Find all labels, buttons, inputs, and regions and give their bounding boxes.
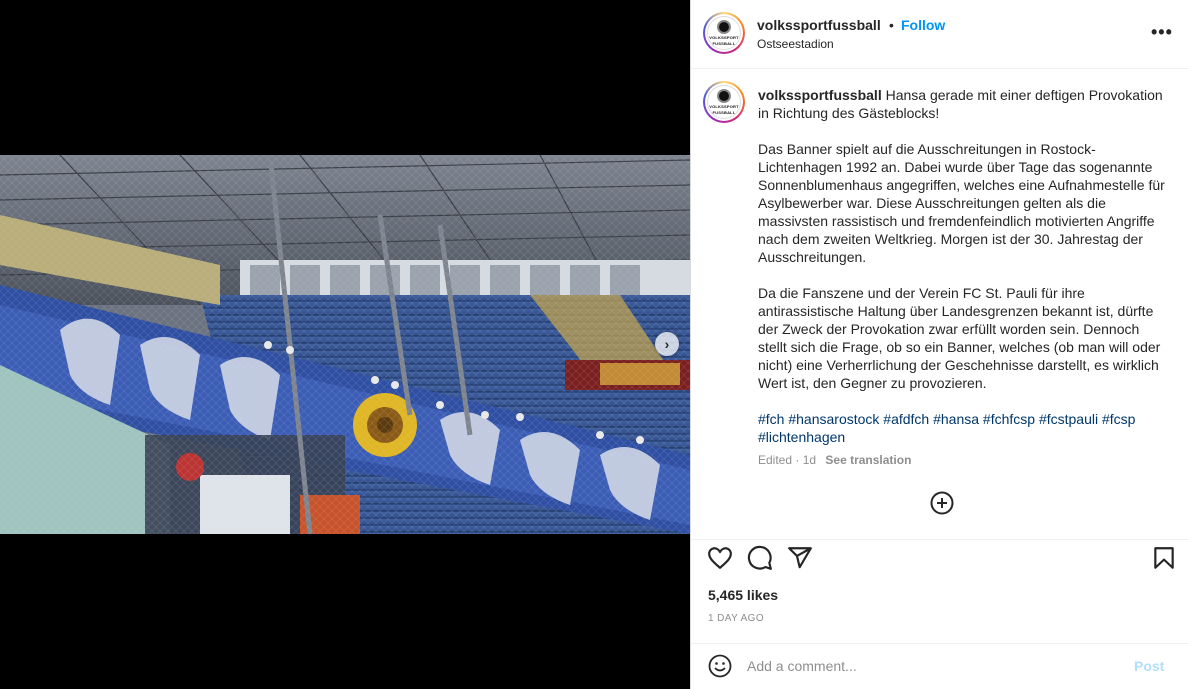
heart-icon[interactable] <box>707 545 733 571</box>
caption-paragraph-3: Da die Fanszene und der Verein FC St. Pa… <box>758 285 1161 391</box>
author-username[interactable]: volkssportfussball <box>757 17 881 33</box>
post-actions: 5,465 likes 1 DAY AGO <box>691 539 1188 649</box>
caption-hashtags[interactable]: #fch #hansarostock #afdfch #hansa #fchfc… <box>758 410 1166 446</box>
emoji-icon[interactable] <box>708 654 732 678</box>
share-icon[interactable] <box>787 545 813 571</box>
chevron-right-icon: › <box>664 336 670 352</box>
caption-meta: Edited · 1d See translation <box>758 453 911 467</box>
post-photo[interactable] <box>0 155 690 534</box>
media-area: › <box>0 0 690 689</box>
caption-avatar[interactable]: VOLKSSPORT FUSSBALL <box>703 81 745 123</box>
post-header: VOLKSSPORT FUSSBALL volkssportfussball •… <box>691 0 1188 69</box>
bookmark-icon[interactable] <box>1151 545 1177 571</box>
caption-paragraph-2: Das Banner spielt auf die Ausschreitunge… <box>758 141 1165 265</box>
post-side-panel: VOLKSSPORT FUSSBALL volkssportfussball •… <box>690 0 1188 689</box>
edited-label: Edited · 1d <box>758 453 817 467</box>
comment-bar: Post <box>691 643 1188 689</box>
more-icon[interactable]: ••• <box>1151 22 1173 43</box>
instagram-post-view: › VOLKSSPORT FUSSBALL volkssportfussball… <box>0 0 1188 689</box>
post-location[interactable]: Ostseestadion <box>757 37 834 51</box>
comment-input[interactable] <box>747 656 1107 676</box>
author-avatar[interactable]: VOLKSSPORT FUSSBALL <box>703 12 745 54</box>
caption-section: VOLKSSPORT FUSSBALL volkssportfussball H… <box>691 69 1188 539</box>
plus-circle-icon[interactable] <box>930 491 954 515</box>
caption-text: volkssportfussball Hansa gerade mit eine… <box>758 86 1166 464</box>
volkssport-logo: VOLKSSPORT FUSSBALL <box>707 85 741 119</box>
see-translation-link[interactable]: See translation <box>825 453 911 467</box>
stadium-photo-image <box>0 155 690 534</box>
caption-username[interactable]: volkssportfussball <box>758 87 882 103</box>
volkssport-logo: VOLKSSPORT FUSSBALL <box>707 16 741 50</box>
post-time-ago[interactable]: 1 DAY AGO <box>708 613 764 624</box>
header-separator: • <box>889 17 894 33</box>
comment-icon[interactable] <box>747 545 773 571</box>
next-photo-button[interactable]: › <box>655 332 679 356</box>
follow-button[interactable]: Follow <box>901 17 945 33</box>
post-comment-button[interactable]: Post <box>1134 658 1164 674</box>
likes-count[interactable]: 5,465 likes <box>708 587 778 603</box>
